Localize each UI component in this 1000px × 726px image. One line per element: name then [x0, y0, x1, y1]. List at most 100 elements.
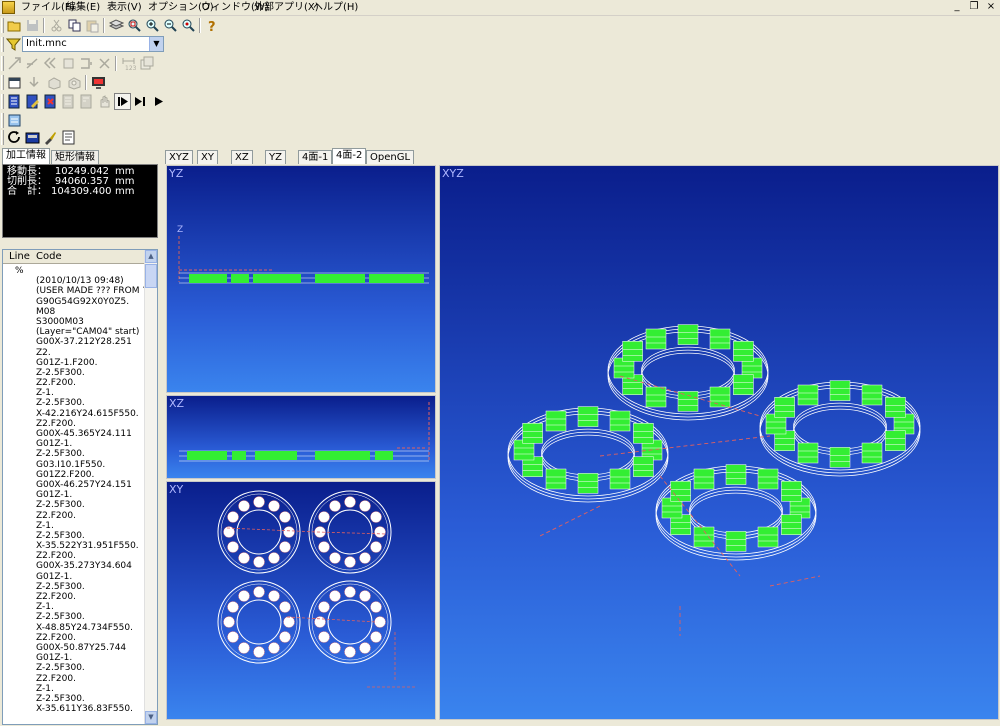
- offset-button[interactable]: [42, 55, 59, 72]
- tab-machining-info[interactable]: 加工情報: [2, 148, 50, 164]
- display-button[interactable]: [90, 74, 107, 91]
- list-item[interactable]: Z-2.5F300.: [3, 694, 145, 704]
- list-item[interactable]: Z2.F200.: [3, 511, 145, 521]
- viewport-yz[interactable]: YZ Z: [166, 165, 436, 393]
- tab-view-4-1[interactable]: 4面-1: [298, 150, 333, 164]
- menu-help[interactable]: ヘルプ(H): [310, 1, 361, 15]
- list-item[interactable]: Z-1.: [3, 602, 145, 612]
- list-item[interactable]: G01Z-1.F200.: [3, 358, 145, 368]
- list-item[interactable]: (USER MADE ??? FROM ???: [3, 286, 157, 296]
- zoom-fit-button[interactable]: [180, 17, 197, 34]
- machine-settings-button[interactable]: [6, 74, 23, 91]
- list-item[interactable]: G01Z2.F200.: [3, 470, 145, 480]
- hand-button[interactable]: [96, 93, 113, 110]
- viewport-xyz[interactable]: XYZ: [439, 165, 999, 720]
- list-item[interactable]: G90G54G92X0Y0Z5.: [3, 297, 145, 307]
- list-item[interactable]: X-42.216Y24.615F550.: [3, 409, 145, 419]
- list-item[interactable]: M08: [3, 307, 145, 317]
- list-item[interactable]: Z-2.5F300.: [3, 500, 145, 510]
- refresh-button[interactable]: [6, 129, 23, 146]
- help-button[interactable]: ?: [204, 17, 221, 34]
- list-item[interactable]: Z-2.5F300.: [3, 582, 145, 592]
- list-item[interactable]: Z2.F200.: [3, 551, 145, 561]
- tab-view-xyz[interactable]: XYZ: [165, 150, 193, 164]
- list-item[interactable]: G00X-50.87Y25.744: [3, 643, 145, 653]
- nc-output-button[interactable]: [60, 93, 77, 110]
- zoom-in-button[interactable]: [144, 17, 161, 34]
- viewport-xy[interactable]: XY: [166, 481, 436, 720]
- scroll-thumb[interactable]: [145, 264, 157, 288]
- filter-button[interactable]: [5, 36, 22, 53]
- list-item[interactable]: G01Z-1.: [3, 439, 145, 449]
- list-item[interactable]: %: [3, 266, 145, 276]
- minimize-button[interactable]: _: [950, 1, 964, 14]
- report-button[interactable]: [60, 129, 77, 146]
- extend-button[interactable]: [6, 55, 23, 72]
- list-item[interactable]: Z-2.5F300.: [3, 449, 145, 459]
- tab-view-opengl[interactable]: OpenGL: [366, 150, 415, 164]
- list-item[interactable]: G00X-37.212Y28.251: [3, 337, 145, 347]
- list-item[interactable]: Z2.F200.: [3, 633, 145, 643]
- save-button[interactable]: [24, 17, 41, 34]
- dimension-button[interactable]: 123: [120, 55, 137, 72]
- code-list-scrollbar[interactable]: ▲ ▼: [144, 250, 157, 724]
- list-item[interactable]: Z2.F200.: [3, 674, 145, 684]
- tab-view-xy[interactable]: XY: [197, 150, 218, 164]
- close-button[interactable]: ×: [984, 1, 998, 14]
- delete-button[interactable]: [96, 55, 113, 72]
- menu-edit[interactable]: 編集(E): [63, 1, 103, 15]
- list-item[interactable]: G00X-35.273Y34.604: [3, 561, 145, 571]
- list-item[interactable]: X-35.611Y36.83F550.: [3, 704, 145, 714]
- zoom-out-button[interactable]: [162, 17, 179, 34]
- cut-button[interactable]: [48, 17, 65, 34]
- list-item[interactable]: G01Z-1.: [3, 572, 145, 582]
- list-item[interactable]: G00X-46.257Y24.151: [3, 480, 145, 490]
- nc-check-button[interactable]: [42, 93, 59, 110]
- list-item[interactable]: Z-2.5F300.: [3, 531, 145, 541]
- list-item[interactable]: X-35.522Y31.951F550.: [3, 541, 145, 551]
- list-item[interactable]: G01Z-1.: [3, 653, 145, 663]
- paste-button[interactable]: [84, 17, 101, 34]
- script-button[interactable]: [6, 112, 23, 129]
- list-item[interactable]: Z2.: [3, 348, 145, 358]
- list-item[interactable]: (Layer="CAM04" start): [3, 327, 145, 337]
- copy-button[interactable]: [66, 17, 83, 34]
- stock-2-button[interactable]: [66, 74, 83, 91]
- play-button[interactable]: [150, 93, 167, 110]
- file-select[interactable]: Init.mnc ▼: [22, 36, 164, 52]
- list-item[interactable]: Z2.F200.: [3, 419, 145, 429]
- list-item[interactable]: Z-1.: [3, 521, 145, 531]
- list-item[interactable]: G03.I10.1F550.: [3, 460, 145, 470]
- list-item[interactable]: (2010/10/13 09:48): [3, 276, 145, 286]
- list-item[interactable]: G01Z-1.: [3, 490, 145, 500]
- column-header-line[interactable]: Line: [9, 251, 30, 262]
- nc-edit-button[interactable]: [24, 93, 41, 110]
- restore-button[interactable]: ❐: [967, 1, 981, 14]
- scroll-down-icon[interactable]: ▼: [145, 711, 157, 724]
- list-item[interactable]: Z2.F200.: [3, 592, 145, 602]
- properties-button[interactable]: [138, 55, 155, 72]
- nc-output-2-button[interactable]: [78, 93, 95, 110]
- origin-button[interactable]: [26, 74, 43, 91]
- list-item[interactable]: Z-1.: [3, 388, 145, 398]
- chevron-down-icon[interactable]: ▼: [149, 37, 163, 51]
- nc-code-list[interactable]: Line Code % (2010/10/13 09:48) (USER MADE…: [2, 249, 158, 725]
- list-item[interactable]: Z-2.5F300.: [3, 368, 145, 378]
- tool-button[interactable]: [42, 129, 59, 146]
- tab-view-4-2[interactable]: 4面-2: [332, 148, 367, 164]
- list-item[interactable]: S3000M03: [3, 317, 145, 327]
- layer-button[interactable]: [108, 17, 125, 34]
- trim-button[interactable]: [24, 55, 41, 72]
- list-item[interactable]: Z-2.5F300.: [3, 663, 145, 673]
- open-button[interactable]: [6, 17, 23, 34]
- list-item[interactable]: Z-1.: [3, 684, 145, 694]
- column-header-code[interactable]: Code: [36, 251, 62, 262]
- calculator-button[interactable]: [24, 129, 41, 146]
- list-item[interactable]: X-48.85Y24.734F550.: [3, 623, 145, 633]
- viewport-xz[interactable]: XZ: [166, 395, 436, 479]
- tab-view-yz[interactable]: YZ: [265, 150, 286, 164]
- tab-view-xz[interactable]: XZ: [231, 150, 253, 164]
- step-play-button[interactable]: [114, 93, 131, 110]
- list-item[interactable]: Z2.F200.: [3, 378, 145, 388]
- zoom-window-button[interactable]: [126, 17, 143, 34]
